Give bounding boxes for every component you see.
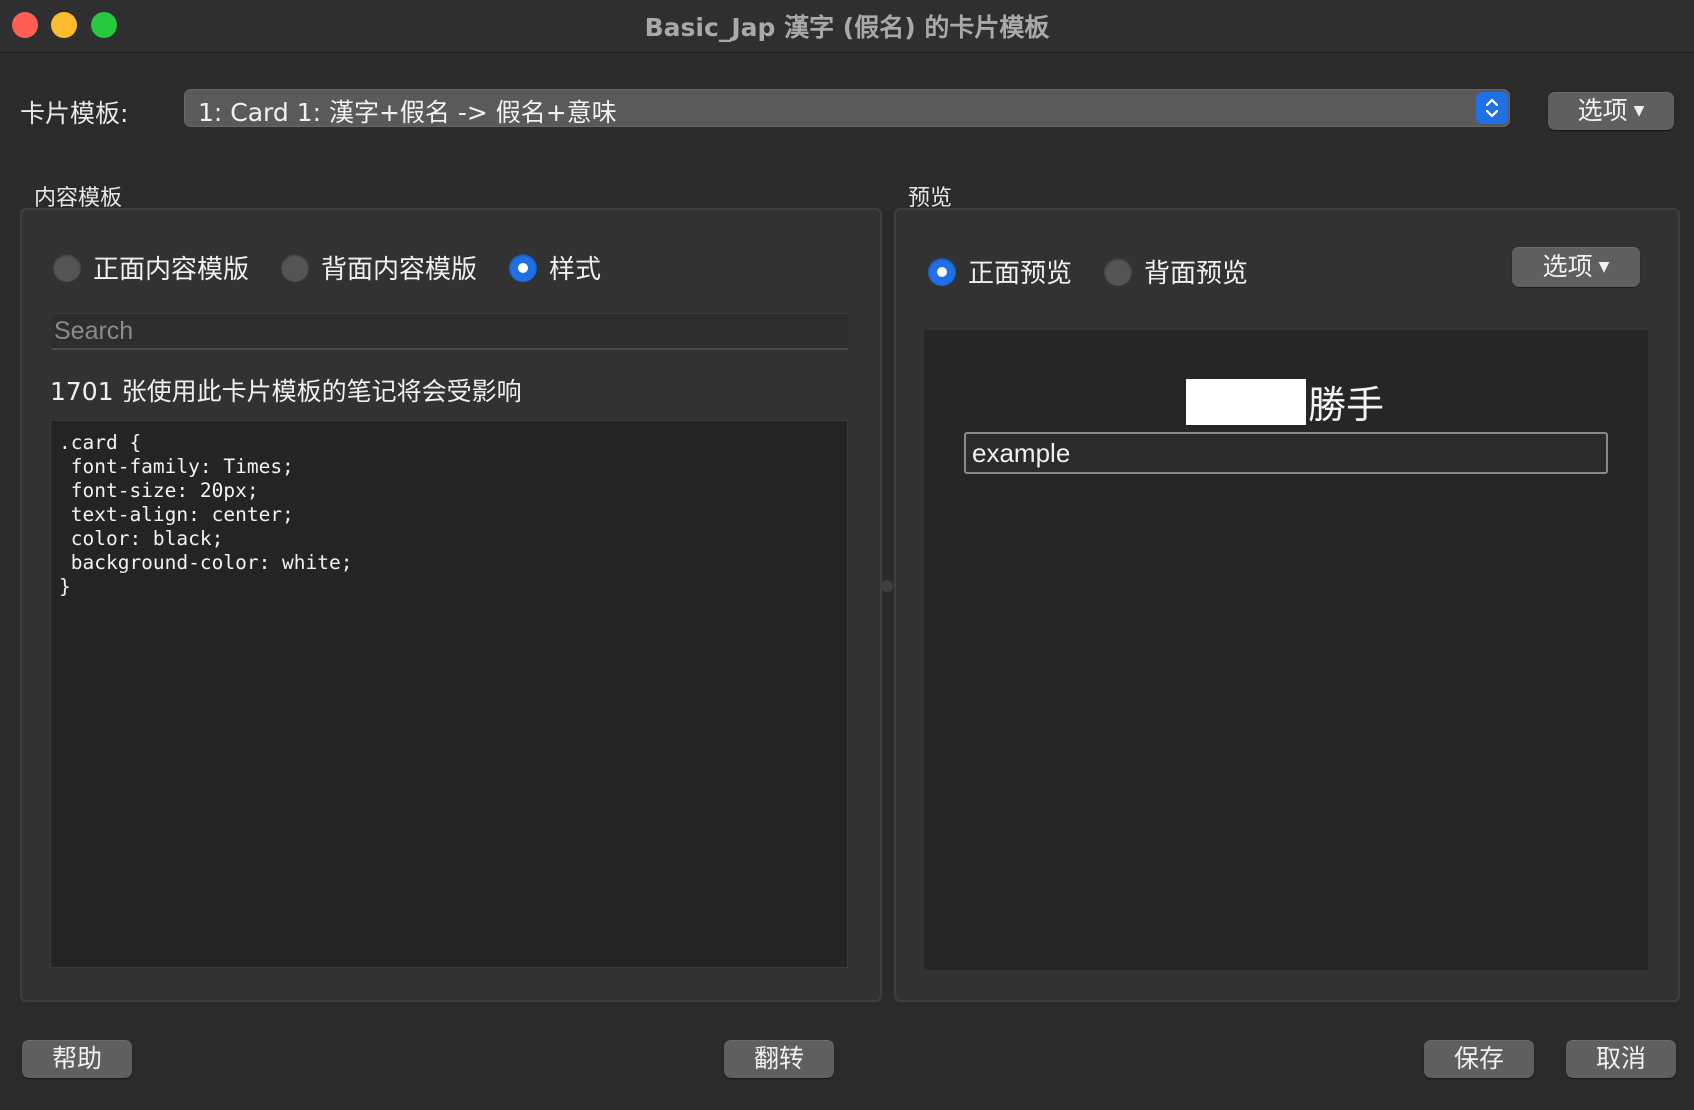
preview-front-content: 勝手 — [1186, 374, 1384, 429]
radio-front-template[interactable]: 正面内容模版 — [53, 249, 249, 286]
card-template-window: Basic_Jap 漢字 (假名) 的卡片模板 卡片模板: 1: Card 1:… — [0, 0, 1694, 1110]
radio-front-template-label: 正面内容模版 — [93, 255, 250, 285]
template-search-input[interactable] — [52, 314, 848, 348]
save-button[interactable]: 保存 — [1424, 1040, 1534, 1078]
radio-front-preview[interactable]: 正面预览 — [928, 253, 1072, 290]
radio-back-template-dot[interactable] — [281, 253, 310, 282]
content-template-radio-group: 正面内容模版 背面内容模版 样式 — [53, 249, 633, 286]
radio-styling-label: 样式 — [549, 255, 602, 285]
preview-answer-field[interactable] — [964, 432, 1608, 474]
affected-notes-text: 1701 张使用此卡片模板的笔记将会受影响 — [50, 377, 522, 406]
radio-back-template[interactable]: 背面内容模版 — [281, 249, 477, 286]
radio-back-preview-dot[interactable] — [1104, 257, 1133, 286]
flip-button[interactable]: 翻转 — [724, 1040, 834, 1078]
radio-back-preview-label: 背面预览 — [1144, 259, 1249, 289]
radio-styling-dot[interactable] — [509, 253, 538, 282]
card-template-selected-value: 1: Card 1: 漢字+假名 -> 假名+意味 — [198, 98, 617, 127]
select-stepper-icon — [1476, 92, 1508, 124]
preview-hidden-reading-box — [1186, 378, 1306, 425]
card-preview-area: 勝手 — [924, 330, 1648, 970]
caret-down-icon: ▼ — [1598, 259, 1610, 275]
caret-down-icon: ▼ — [1633, 103, 1645, 119]
cancel-button[interactable]: 取消 — [1566, 1040, 1676, 1078]
preview-radio-group: 正面预览 背面预览 — [928, 253, 1280, 290]
radio-front-preview-label: 正面预览 — [968, 259, 1073, 289]
radio-front-preview-dot[interactable] — [928, 257, 956, 286]
radio-back-preview[interactable]: 背面预览 — [1104, 253, 1248, 290]
card-template-label: 卡片模板: — [20, 99, 129, 128]
template-search-field[interactable] — [52, 313, 848, 350]
preview-answer-input[interactable] — [966, 434, 1606, 472]
template-options-button[interactable]: 选项 ▼ — [1548, 92, 1674, 130]
radio-front-template-dot[interactable] — [53, 253, 81, 282]
preview-options-label: 选项 — [1542, 252, 1593, 281]
radio-styling[interactable]: 样式 — [509, 249, 601, 286]
radio-back-template-label: 背面内容模版 — [321, 255, 478, 285]
splitter-handle[interactable] — [881, 580, 893, 592]
css-code-editor[interactable]: .card { font-family: Times; font-size: 2… — [50, 420, 848, 968]
card-template-select[interactable]: 1: Card 1: 漢字+假名 -> 假名+意味 — [184, 89, 1510, 127]
preview-options-button[interactable]: 选项 ▼ — [1512, 247, 1640, 287]
window-title: Basic_Jap 漢字 (假名) 的卡片模板 — [644, 13, 1050, 42]
preview-kanji-text: 勝手 — [1308, 383, 1385, 427]
template-options-label: 选项 — [1577, 96, 1628, 125]
title-bar: Basic_Jap 漢字 (假名) 的卡片模板 — [0, 0, 1694, 53]
help-button[interactable]: 帮助 — [22, 1040, 132, 1078]
